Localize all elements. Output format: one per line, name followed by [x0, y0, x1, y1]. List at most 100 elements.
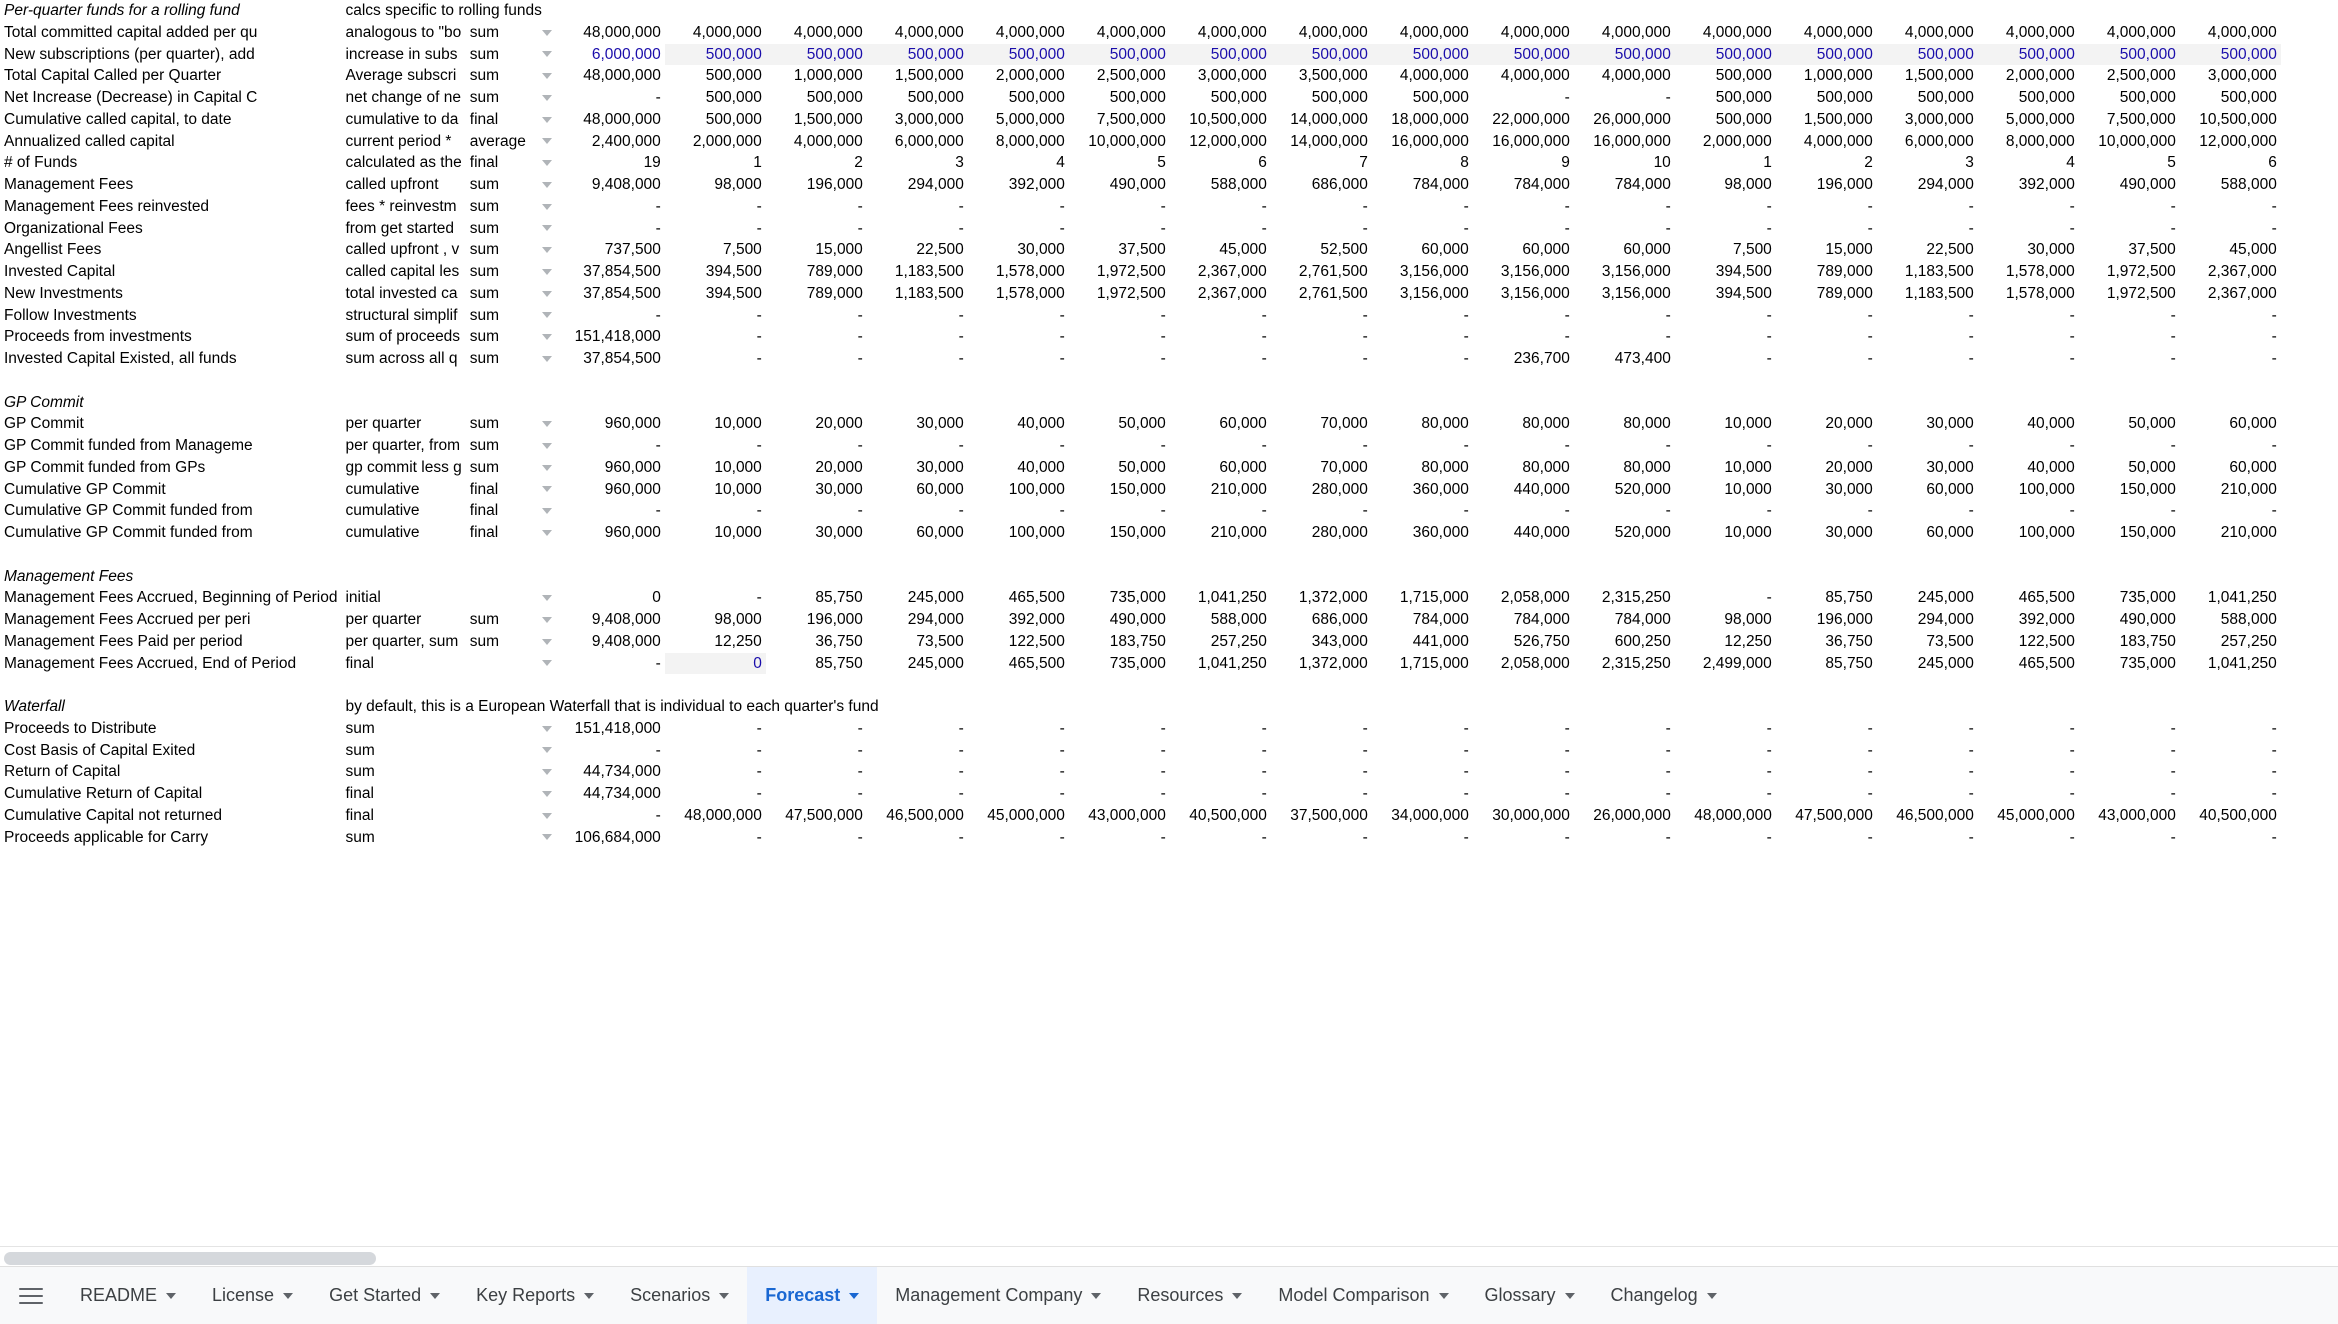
sheet-tab-license[interactable]: License — [194, 1267, 311, 1324]
table-row[interactable]: GP Commit funded from GPs gp commit less … — [0, 457, 2281, 479]
cell-q10[interactable]: - — [1574, 305, 1675, 327]
row-description[interactable]: increase in subs — [341, 44, 465, 66]
cell-q4[interactable]: - — [968, 761, 1069, 783]
cell-q12[interactable]: - — [1776, 500, 1877, 522]
cell-q10[interactable]: 600,250 — [1574, 631, 1675, 653]
row-total[interactable]: 960,000 — [565, 479, 665, 501]
cell-q3[interactable]: 245,000 — [867, 587, 968, 609]
cell-q6[interactable]: 60,000 — [1170, 457, 1271, 479]
table-row[interactable]: Cumulative Capital not returned final -48,… — [0, 805, 2281, 827]
cell-q12[interactable]: 500,000 — [1776, 87, 1877, 109]
cell-q1[interactable]: - — [665, 587, 766, 609]
cell-q6[interactable]: - — [1170, 348, 1271, 370]
cell-q1[interactable]: 10,000 — [665, 457, 766, 479]
cell-q10[interactable]: - — [1574, 761, 1675, 783]
cell-q5[interactable]: - — [1069, 218, 1170, 240]
table-row[interactable]: Management Fees called upfront sum 9,408,00… — [0, 174, 2281, 196]
cell-q11[interactable]: - — [1675, 761, 1776, 783]
cell-q8[interactable]: - — [1372, 326, 1473, 348]
table-row[interactable]: Cumulative Return of Capital final 44,734,… — [0, 783, 2281, 805]
cell-q1[interactable]: 0 — [664, 652, 766, 675]
row-description[interactable]: net change of ne — [341, 87, 465, 109]
cell-q7[interactable]: - — [1271, 196, 1372, 218]
cell-q10[interactable]: 60,000 — [1574, 239, 1675, 261]
cell-q13[interactable]: - — [1877, 740, 1978, 762]
cell-q11[interactable]: 10,000 — [1675, 457, 1776, 479]
cell-q7[interactable]: - — [1271, 718, 1372, 740]
cell-q9[interactable]: 30,000,000 — [1473, 805, 1574, 827]
sheet-tab-resources[interactable]: Resources — [1119, 1267, 1260, 1324]
cell-q9[interactable]: 440,000 — [1473, 522, 1574, 544]
cell-q11[interactable]: 1 — [1675, 152, 1776, 174]
cell-q11[interactable]: 500,000 — [1675, 65, 1776, 87]
cell-q4[interactable]: 465,500 — [968, 587, 1069, 609]
cell-q9[interactable]: - — [1473, 761, 1574, 783]
cell-q6[interactable]: 3,000,000 — [1170, 65, 1271, 87]
cell-q12[interactable]: 30,000 — [1776, 479, 1877, 501]
cell-q16[interactable]: 2,367,000 — [2180, 261, 2281, 283]
cell-q13[interactable]: 294,000 — [1877, 609, 1978, 631]
scrollbar-thumb[interactable] — [4, 1252, 376, 1265]
cell-q12[interactable]: 1,500,000 — [1776, 109, 1877, 131]
cell-q10[interactable]: 2,315,250 — [1574, 653, 1675, 675]
cell-q8[interactable]: 1,715,000 — [1372, 587, 1473, 609]
cell-q2[interactable]: 20,000 — [766, 413, 867, 435]
cell-q2[interactable]: 30,000 — [766, 522, 867, 544]
cell-q2[interactable]: - — [766, 827, 867, 849]
row-label[interactable]: GP Commit funded from GPs — [0, 457, 341, 479]
table-row[interactable]: Proceeds from investments sum of proceeds… — [0, 326, 2281, 348]
row-aggregation[interactable]: sum — [466, 218, 530, 240]
row-label[interactable]: Proceeds to Distribute — [0, 718, 341, 740]
row-aggregation[interactable] — [466, 740, 530, 762]
row-description[interactable]: structural simplif — [341, 305, 465, 327]
cell-q14[interactable]: - — [1978, 783, 2079, 805]
cell-q14[interactable]: - — [1978, 348, 2079, 370]
cell-q9[interactable]: - — [1473, 218, 1574, 240]
cell-q12[interactable]: 789,000 — [1776, 261, 1877, 283]
cell-q7[interactable]: 70,000 — [1271, 413, 1372, 435]
cell-q4[interactable]: 8,000,000 — [968, 131, 1069, 153]
chevron-down-icon[interactable] — [719, 1292, 730, 1299]
cell-q7[interactable]: 280,000 — [1271, 522, 1372, 544]
cell-q13[interactable]: 1,183,500 — [1877, 283, 1978, 305]
cell-q3[interactable]: 3,000,000 — [867, 109, 968, 131]
cell-q13[interactable]: - — [1877, 500, 1978, 522]
row-label[interactable]: Cumulative called capital, to date — [0, 109, 341, 131]
row-aggregation[interactable]: final — [466, 522, 530, 544]
cell-q14[interactable]: 465,500 — [1978, 653, 2079, 675]
cell-q2[interactable]: - — [766, 740, 867, 762]
cell-q13[interactable]: - — [1877, 827, 1978, 849]
cell-q2[interactable]: - — [766, 196, 867, 218]
cell-q2[interactable]: 36,750 — [766, 631, 867, 653]
cell-q16[interactable]: 500,000 — [2179, 43, 2281, 66]
cell-q8[interactable]: - — [1372, 348, 1473, 370]
cell-q15[interactable]: 1,972,500 — [2079, 283, 2180, 305]
chevron-down-icon[interactable] — [1564, 1292, 1575, 1299]
cell-q15[interactable]: 150,000 — [2079, 479, 2180, 501]
cell-q11[interactable]: 98,000 — [1675, 174, 1776, 196]
cell-q13[interactable]: 1,500,000 — [1877, 65, 1978, 87]
cell-q5[interactable]: - — [1069, 500, 1170, 522]
cell-q8[interactable]: 18,000,000 — [1372, 109, 1473, 131]
row-label[interactable]: Management Fees Accrued, End of Period — [0, 653, 341, 675]
cell-q9[interactable]: 4,000,000 — [1473, 22, 1574, 44]
table-row[interactable]: New Investments total invested ca sum 37,85… — [0, 283, 2281, 305]
row-dropdown-arrow[interactable] — [530, 500, 565, 522]
cell-q16[interactable]: - — [2180, 740, 2281, 762]
cell-q5[interactable]: - — [1069, 783, 1170, 805]
cell-q13[interactable]: 500,000 — [1876, 43, 1978, 66]
cell-q8[interactable]: - — [1372, 196, 1473, 218]
cell-q2[interactable]: 15,000 — [766, 239, 867, 261]
cell-q2[interactable]: 2 — [766, 152, 867, 174]
cell-q8[interactable]: 3,156,000 — [1372, 283, 1473, 305]
row-label[interactable]: Net Increase (Decrease) in Capital C — [0, 87, 341, 109]
cell-q2[interactable]: - — [766, 326, 867, 348]
cell-q6[interactable]: 6 — [1170, 152, 1271, 174]
row-dropdown-arrow[interactable] — [530, 479, 565, 501]
chevron-down-icon[interactable] — [166, 1292, 177, 1299]
cell-q9[interactable]: - — [1473, 196, 1574, 218]
cell-q6[interactable]: 12,000,000 — [1170, 131, 1271, 153]
cell-q1[interactable]: 394,500 — [665, 261, 766, 283]
cell-q15[interactable]: - — [2079, 305, 2180, 327]
cell-q5[interactable]: 490,000 — [1069, 174, 1170, 196]
